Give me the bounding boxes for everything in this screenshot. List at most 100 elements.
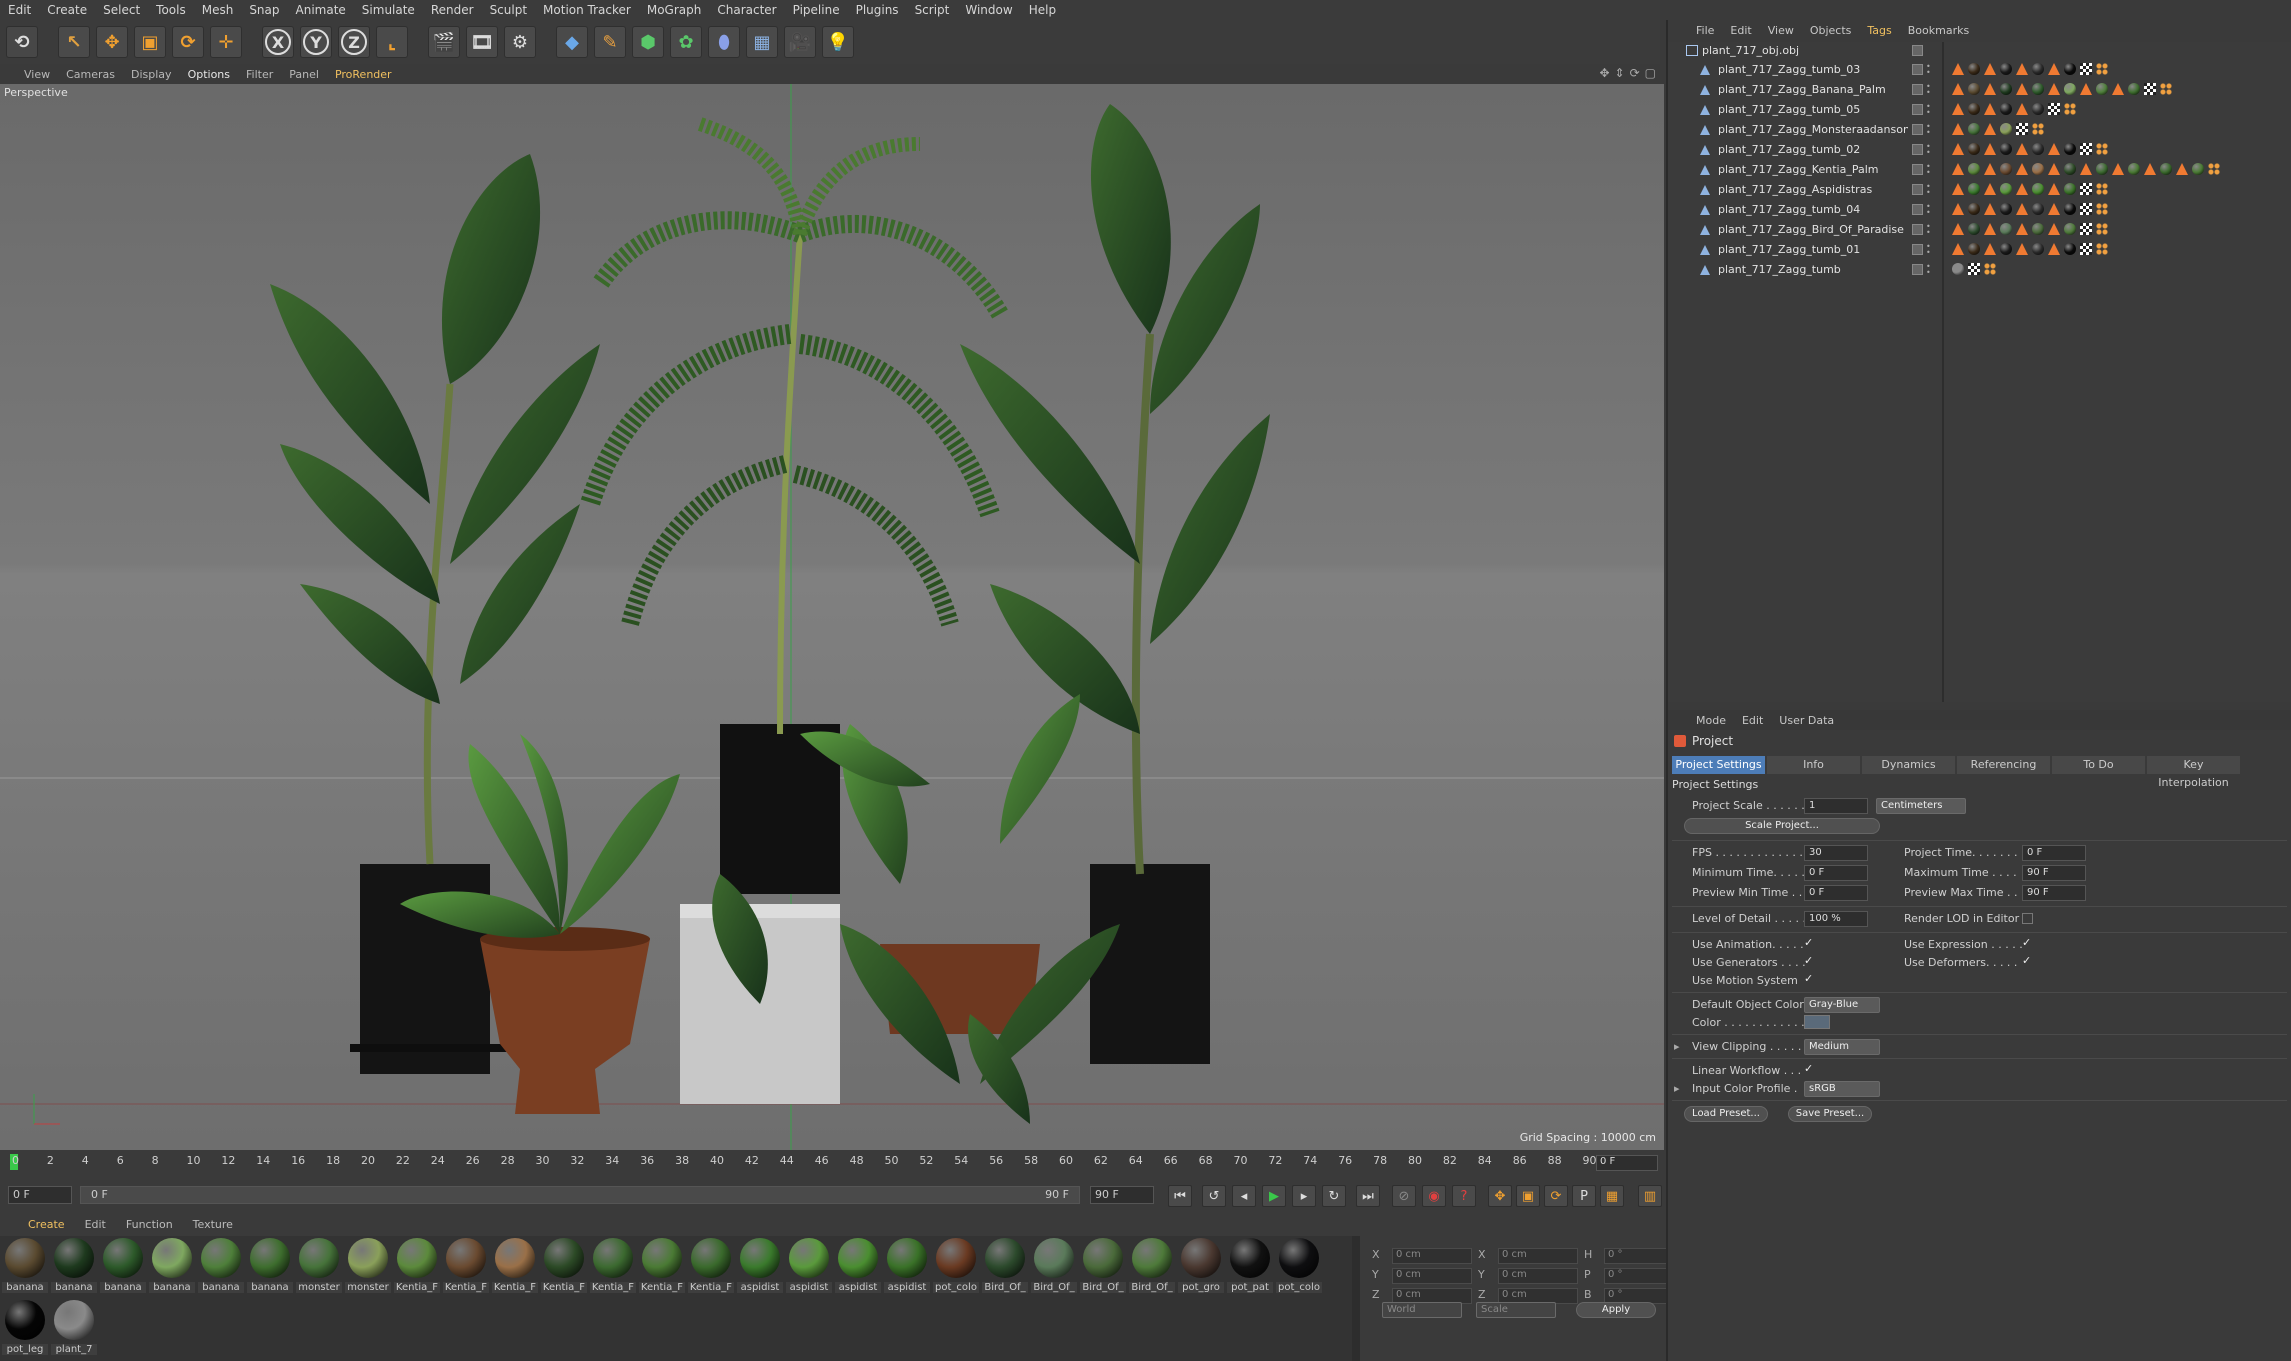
selection-tag-icon[interactable]: [2016, 223, 2028, 235]
menu-mograph[interactable]: MoGraph: [639, 3, 710, 17]
object-row[interactable]: plant_717_Zagg_tumb_04 • •: [1668, 201, 2291, 220]
material-item[interactable]: pot_pat: [1227, 1238, 1273, 1293]
coordinate-field[interactable]: 0 cm: [1498, 1248, 1578, 1264]
selection-tag-icon[interactable]: [2048, 183, 2060, 195]
use-deformers-checkbox[interactable]: ✓: [2022, 955, 2033, 967]
viewport-menu-filter[interactable]: Filter: [238, 68, 281, 81]
editor-render-dots-icon[interactable]: • •: [1926, 163, 1931, 177]
selection-tag-icon[interactable]: [1984, 143, 1996, 155]
object-row[interactable]: plant_717_Zagg_tumb_03 • •: [1668, 61, 2291, 80]
input-color-profile-dropdown[interactable]: sRGB: [1804, 1081, 1880, 1097]
material-tag-icon[interactable]: [2096, 163, 2108, 175]
selection-tag-icon[interactable]: [2016, 63, 2028, 75]
selection-tag-icon[interactable]: [1952, 243, 1964, 255]
use-generators-checkbox[interactable]: ✓: [1804, 955, 1815, 967]
editor-render-dots-icon[interactable]: • •: [1926, 263, 1931, 277]
visibility-toggle[interactable]: [1912, 224, 1923, 235]
phong-tag-icon[interactable]: [2096, 223, 2108, 235]
material-tag-icon[interactable]: [2000, 143, 2012, 155]
selection-tag-icon[interactable]: [2048, 63, 2060, 75]
material-tag-icon[interactable]: [2032, 243, 2044, 255]
next-key-icon[interactable]: ↻: [1322, 1185, 1346, 1207]
rotate-tool-icon[interactable]: ⟳: [172, 26, 204, 58]
expand-arrow-icon[interactable]: ▸: [1674, 1040, 1680, 1053]
editor-render-dots-icon[interactable]: • •: [1926, 223, 1931, 237]
material-item[interactable]: Bird_Of_: [1031, 1238, 1077, 1293]
lod-field[interactable]: 100 %: [1804, 911, 1868, 927]
menu-window[interactable]: Window: [957, 3, 1020, 17]
preview-range-slider[interactable]: 0 F 90 F: [80, 1186, 1080, 1204]
material-tag-icon[interactable]: [1968, 183, 1980, 195]
tab-project-settings[interactable]: Project Settings: [1672, 756, 1765, 774]
tab-to-do[interactable]: To Do: [2052, 756, 2145, 774]
selection-tag-icon[interactable]: [2080, 163, 2092, 175]
material-item[interactable]: banana: [100, 1238, 146, 1293]
prev-key-icon[interactable]: ↺: [1202, 1185, 1226, 1207]
apply-button[interactable]: Apply: [1576, 1302, 1656, 1318]
selection-tag-icon[interactable]: [2016, 183, 2028, 195]
selection-tag-icon[interactable]: [1984, 63, 1996, 75]
render-lod-checkbox[interactable]: [2022, 913, 2033, 924]
menu-pipeline[interactable]: Pipeline: [785, 3, 848, 17]
selection-tag-icon[interactable]: [1952, 63, 1964, 75]
material-tag-icon[interactable]: [2064, 223, 2076, 235]
uvw-tag-icon[interactable]: [2080, 183, 2092, 195]
menu-character[interactable]: Character: [709, 3, 784, 17]
object-row[interactable]: plant_717_Zagg_tumb • •: [1668, 261, 2291, 280]
object-row[interactable]: plant_717_Zagg_tumb_01 • •: [1668, 241, 2291, 260]
material-menu-edit[interactable]: Edit: [75, 1218, 116, 1231]
menu-simulate[interactable]: Simulate: [354, 3, 423, 17]
material-item[interactable]: pot_gro: [1178, 1238, 1224, 1293]
expand-arrow-icon[interactable]: ▸: [1674, 1082, 1680, 1095]
undo-button[interactable]: ⟲: [6, 26, 38, 58]
orbit-icon[interactable]: ⟳: [1630, 66, 1640, 80]
am-menu-mode[interactable]: Mode: [1688, 714, 1734, 727]
menu-tools[interactable]: Tools: [148, 3, 194, 17]
material-item[interactable]: pot_colo: [933, 1238, 979, 1293]
selection-tag-icon[interactable]: [1984, 123, 1996, 135]
selection-tag-icon[interactable]: [1952, 103, 1964, 115]
object-row[interactable]: plant_717_Zagg_Kentia_Palm • •: [1668, 161, 2291, 180]
visibility-toggle[interactable]: [1912, 244, 1923, 255]
viewport-menu-prorender[interactable]: ProRender: [327, 68, 400, 81]
coordinate-field[interactable]: 0 cm: [1498, 1268, 1578, 1284]
phong-tag-icon[interactable]: [2096, 183, 2108, 195]
material-item[interactable]: Bird_Of_: [1129, 1238, 1175, 1293]
scale-tool-icon[interactable]: ▣: [134, 26, 166, 58]
project-scale-field[interactable]: 1: [1804, 798, 1868, 814]
material-item[interactable]: Kentia_F: [541, 1238, 587, 1293]
material-item[interactable]: Kentia_F: [688, 1238, 734, 1293]
material-item[interactable]: pot_colo: [1276, 1238, 1322, 1293]
project-scale-unit-dropdown[interactable]: Centimeters: [1876, 798, 1966, 814]
selection-tag-icon[interactable]: [1952, 163, 1964, 175]
material-tag-icon[interactable]: [1968, 103, 1980, 115]
material-tag-icon[interactable]: [1968, 203, 1980, 215]
editor-render-dots-icon[interactable]: • •: [1926, 143, 1931, 157]
render-settings-icon[interactable]: ⚙: [504, 26, 536, 58]
phong-tag-icon[interactable]: [2096, 243, 2108, 255]
menu-animate[interactable]: Animate: [288, 3, 354, 17]
material-item[interactable]: aspidist: [737, 1238, 783, 1293]
visibility-toggle[interactable]: [1912, 124, 1923, 135]
use-expression-checkbox[interactable]: ✓: [2022, 937, 2033, 949]
selection-tag-icon[interactable]: [2112, 83, 2124, 95]
object-tag-splitter[interactable]: [1942, 42, 1944, 702]
menu-select[interactable]: Select: [95, 3, 148, 17]
material-tag-icon[interactable]: [2000, 203, 2012, 215]
z-axis-lock-button[interactable]: Z: [338, 26, 370, 58]
viewport-menu-cameras[interactable]: Cameras: [58, 68, 123, 81]
floor-scene-icon[interactable]: ▦: [746, 26, 778, 58]
editor-render-dots-icon[interactable]: • •: [1926, 63, 1931, 77]
material-item[interactable]: banana: [198, 1238, 244, 1293]
uvw-tag-icon[interactable]: [1968, 263, 1980, 275]
uvw-tag-icon[interactable]: [2080, 223, 2092, 235]
material-tag-icon[interactable]: [2000, 223, 2012, 235]
object-row[interactable]: plant_717_Zagg_Bird_Of_Paradise • •: [1668, 221, 2291, 240]
selection-tag-icon[interactable]: [2016, 163, 2028, 175]
color-swatch[interactable]: [1804, 1015, 1830, 1029]
om-menu-file[interactable]: File: [1688, 24, 1722, 37]
material-tag-icon[interactable]: [2064, 243, 2076, 255]
selection-tag-icon[interactable]: [1952, 203, 1964, 215]
visibility-toggle[interactable]: [1912, 204, 1923, 215]
phong-tag-icon[interactable]: [2096, 143, 2108, 155]
